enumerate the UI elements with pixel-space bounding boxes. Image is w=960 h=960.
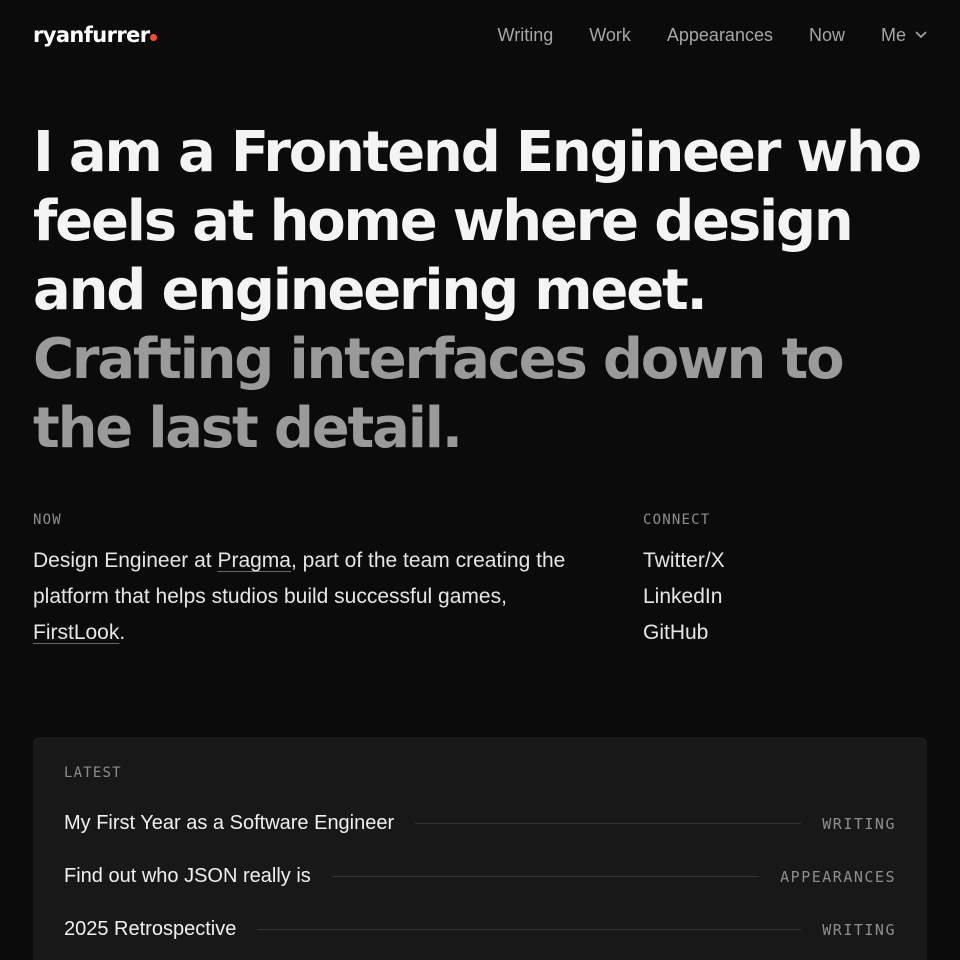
twitter-link[interactable]: Twitter/X [643, 543, 927, 579]
chevron-down-icon [915, 31, 927, 38]
latest-item-tag: APPEARANCES [780, 867, 896, 886]
site-header: ryanfurrer Writing Work Appearances Now … [33, 0, 927, 70]
divider-line [257, 929, 802, 930]
latest-item[interactable]: My First Year as a Software Engineer WRI… [64, 797, 896, 850]
nav-appearances[interactable]: Appearances [667, 25, 773, 46]
divider-line [415, 823, 802, 824]
nav-me-label: Me [880, 24, 906, 45]
now-label: NOW [33, 512, 62, 528]
pragma-link[interactable]: Pragma [217, 549, 291, 572]
latest-item-title: 2025 Retrospective [64, 918, 237, 940]
logo-text: ryanfurrer [33, 23, 150, 47]
connect-section: CONNECT Twitter/X LinkedIn GitHub [643, 512, 927, 651]
logo-dot-icon [149, 34, 157, 41]
latest-item-tag: WRITING [822, 920, 896, 939]
github-link[interactable]: GitHub [643, 615, 927, 651]
main-nav: Writing Work Appearances Now Me [462, 25, 927, 46]
now-text-3: . [119, 621, 126, 644]
hero-heading: I am a Frontend Engineer who feels at ho… [33, 118, 927, 463]
site-logo[interactable]: ryanfurrer [33, 23, 157, 47]
now-text-1: Design Engineer at [33, 549, 218, 572]
nav-me-dropdown[interactable]: Me [881, 25, 927, 46]
now-section: NOW Design Engineer at Pragma, part of t… [33, 512, 603, 651]
now-description: Design Engineer at Pragma, part of the t… [33, 543, 603, 651]
hero-primary: I am a Frontend Engineer who feels at ho… [33, 120, 922, 323]
latest-item-title: My First Year as a Software Engineer [64, 812, 395, 834]
connect-label: CONNECT [643, 512, 711, 528]
latest-label: LATEST [64, 765, 122, 781]
latest-item[interactable]: 2025 Retrospective WRITING [64, 903, 896, 956]
nav-work[interactable]: Work [589, 25, 631, 46]
latest-panel: LATEST My First Year as a Software Engin… [33, 737, 927, 960]
nav-writing[interactable]: Writing [498, 25, 554, 46]
latest-item-title: Find out who JSON really is [64, 865, 311, 887]
latest-item[interactable]: Find out who JSON really is APPEARANCES [64, 850, 896, 903]
latest-item-tag: WRITING [822, 814, 896, 833]
connect-list: Twitter/X LinkedIn GitHub [643, 543, 927, 651]
divider-line [331, 876, 760, 877]
hero-secondary: Crafting interfaces down to the last det… [33, 327, 845, 461]
nav-now[interactable]: Now [809, 25, 845, 46]
linkedin-link[interactable]: LinkedIn [643, 579, 927, 615]
firstlook-link[interactable]: FirstLook [33, 621, 119, 644]
